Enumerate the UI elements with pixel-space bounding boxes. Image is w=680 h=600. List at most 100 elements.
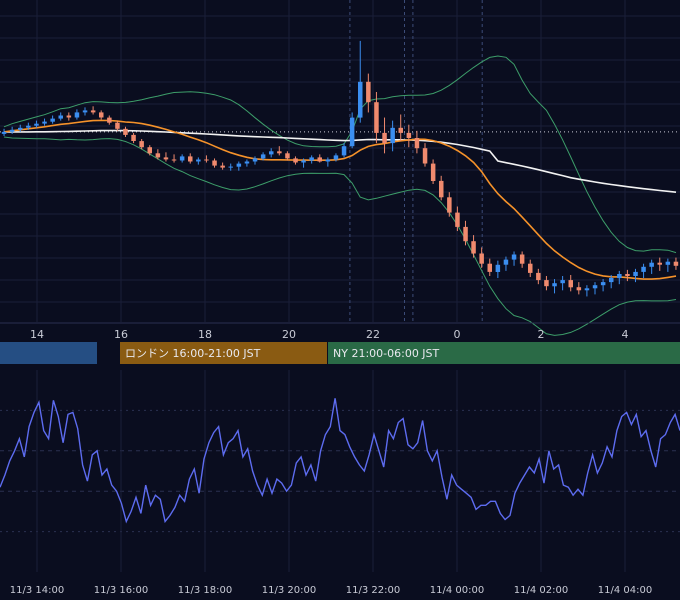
session-label: NY 21:00-06:00 JST — [333, 347, 440, 360]
candle-body — [568, 280, 573, 288]
oscillator-x-tick-label: 11/3 22:00 — [346, 585, 400, 596]
candle-body — [147, 147, 152, 154]
candle-body — [495, 264, 501, 272]
candle-body — [519, 254, 525, 264]
oscillator-x-tick-label: 11/3 14:00 — [10, 585, 64, 596]
candle-body — [422, 148, 428, 164]
candle-body — [366, 81, 371, 103]
candle-body — [536, 272, 541, 281]
candle-body — [244, 161, 250, 164]
candle-body — [107, 117, 112, 123]
candle-body — [390, 127, 395, 144]
price-x-tick-label: 4 — [622, 328, 629, 341]
candle-body — [285, 153, 290, 159]
candle-body — [673, 261, 679, 266]
candle-body — [228, 166, 233, 168]
candle-body — [171, 159, 177, 161]
price-x-tick-label: 18 — [198, 328, 212, 341]
oscillator-x-tick-label: 11/4 00:00 — [430, 585, 484, 596]
candle-body — [301, 160, 306, 163]
candle-body — [609, 278, 614, 283]
oscillator-x-tick-label: 11/3 20:00 — [262, 585, 316, 596]
candle-body — [625, 274, 630, 276]
candle-body — [665, 261, 671, 265]
candle-body — [99, 112, 104, 118]
candle-body — [196, 159, 201, 162]
candle-body — [293, 158, 298, 163]
price-x-tick-label: 0 — [454, 328, 461, 341]
candle-body — [503, 259, 509, 265]
oscillator-x-tick-label: 11/4 02:00 — [514, 585, 568, 596]
candle-body — [252, 158, 258, 162]
candle-body — [50, 118, 55, 122]
price-x-tick-label: 16 — [114, 328, 128, 341]
candle-body — [18, 127, 23, 130]
candle-body — [269, 151, 274, 155]
candle-body — [66, 115, 72, 118]
price-x-tick-label: 14 — [30, 328, 44, 341]
candle-body — [58, 115, 63, 119]
price-x-tick-label: 22 — [366, 328, 380, 341]
candle-body — [260, 154, 266, 159]
candle-body — [600, 282, 606, 286]
oscillator-x-tick-label: 11/4 04:00 — [598, 585, 652, 596]
candle-body — [139, 141, 144, 148]
candle-body — [115, 122, 120, 129]
candle-body — [26, 125, 31, 128]
candle-body — [1, 131, 7, 134]
candle-body — [584, 288, 590, 291]
chart-canvas: 14 16 18 20 22 0 2 4 ロンドン 16:00-21:00 JST NY 21:… — [0, 0, 680, 600]
candle-body — [544, 280, 549, 287]
candle-body — [42, 121, 47, 124]
candle-body — [439, 180, 444, 198]
candle-body — [633, 271, 638, 276]
candle-body — [576, 287, 582, 291]
candle-body — [204, 159, 209, 161]
candle-body — [617, 274, 622, 279]
candle-body — [131, 134, 136, 141]
candle-body — [414, 138, 420, 149]
candle-body — [163, 157, 169, 160]
chart-background — [0, 0, 680, 600]
candle-body — [333, 155, 339, 160]
candle-body — [236, 163, 242, 167]
candle-body — [447, 197, 452, 213]
candle-body — [82, 110, 88, 113]
candle-body — [341, 146, 347, 156]
candle-body — [74, 112, 80, 118]
candle-body — [317, 157, 322, 162]
candle-body — [155, 153, 161, 158]
candle-body — [471, 241, 476, 254]
candle-body — [511, 254, 517, 260]
price-x-tick-label: 20 — [282, 328, 296, 341]
candle-body — [188, 156, 193, 162]
session-label: ロンドン 16:00-21:00 JST — [125, 347, 261, 360]
candle-body — [382, 132, 387, 144]
candle-body — [309, 157, 314, 161]
candle-body — [277, 151, 282, 154]
candle-body — [398, 127, 403, 133]
candle — [349, 112, 355, 149]
candle-body — [455, 212, 460, 227]
candle-body — [649, 262, 654, 267]
candle-body — [479, 253, 484, 264]
candle-body — [358, 81, 363, 118]
session-segment — [0, 342, 97, 364]
price-x-tick-label: 2 — [538, 328, 545, 341]
candle-body — [374, 102, 379, 133]
candle-body — [657, 262, 662, 265]
candle-body — [463, 226, 468, 242]
candle-body — [34, 123, 39, 126]
candle-body — [406, 132, 412, 138]
candle-body — [430, 163, 436, 181]
candle-body — [349, 117, 355, 147]
candle-body — [325, 159, 331, 162]
candle-body — [123, 128, 128, 135]
candle-body — [592, 285, 598, 289]
oscillator-x-tick-label: 11/3 18:00 — [178, 585, 232, 596]
candle-body — [90, 110, 96, 113]
candle-body — [9, 129, 15, 132]
candle-body — [560, 280, 565, 284]
candle-body — [528, 263, 533, 273]
candle-body — [487, 263, 492, 272]
